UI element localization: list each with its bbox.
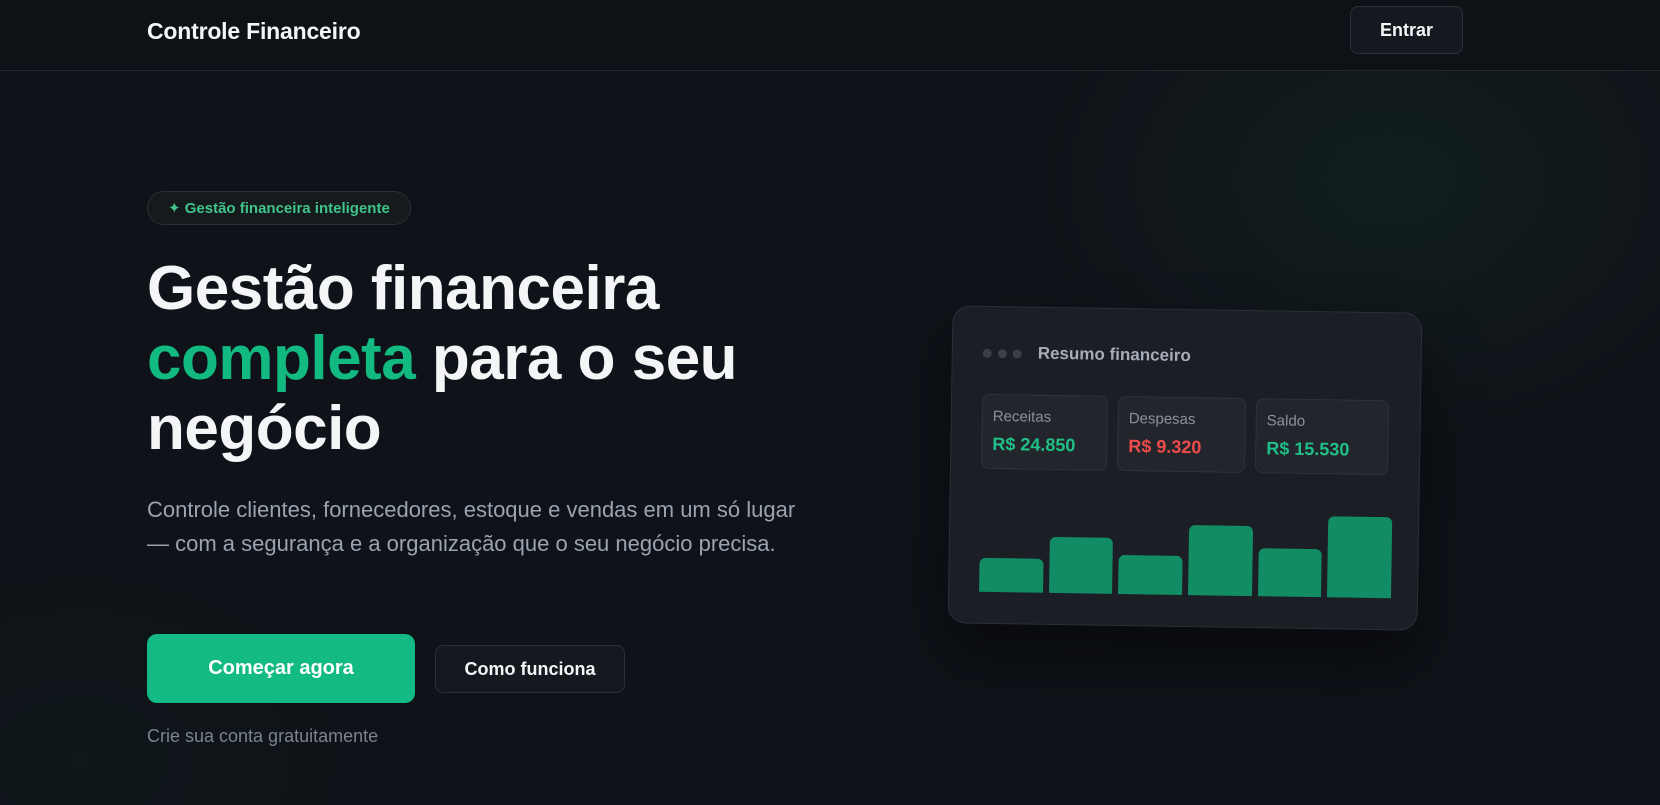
badge-label: ✦ Gestão financeira inteligente — [168, 200, 390, 217]
card-header: Resumo financeiro — [982, 343, 1191, 366]
stat-balance: Saldo R$ 15.530 — [1254, 398, 1390, 476]
hero-title: Gestão financeira completa para o seu ne… — [147, 254, 867, 464]
chart-bar — [1118, 554, 1183, 595]
stat-expenses: Despesas R$ 9.320 — [1116, 395, 1247, 473]
window-dot-icon — [997, 348, 1007, 358]
start-now-button[interactable]: Começar agora — [147, 634, 415, 703]
stat-value: R$ 9.320 — [1128, 436, 1202, 458]
top-navbar: Controle Financeiro Entrar — [0, 0, 1660, 71]
hero-title-line2: para o seu — [415, 324, 738, 393]
chart-bar — [1257, 548, 1323, 598]
feature-badge: ✦ Gestão financeira inteligente — [147, 191, 411, 225]
brand-logo-text[interactable]: Controle Financeiro — [147, 18, 361, 45]
bar-chart — [979, 502, 1393, 599]
stat-label: Receitas — [992, 407, 1052, 426]
card-title: Resumo financeiro — [1037, 343, 1191, 366]
hero-subtitle: Controle clientes, fornecedores, estoque… — [147, 497, 796, 556]
stat-value: R$ 24.850 — [992, 433, 1076, 456]
chart-bar — [1188, 525, 1253, 597]
stat-value: R$ 15.530 — [1266, 438, 1350, 460]
financial-summary-card: Resumo financeiro Receitas R$ 24.850 Des… — [947, 305, 1423, 631]
stat-label: Saldo — [1266, 412, 1306, 430]
free-account-note: Crie sua conta gratuitamente — [147, 726, 379, 746]
stat-income: Receitas R$ 24.850 — [980, 393, 1109, 471]
how-it-works-button[interactable]: Como funciona — [435, 645, 625, 693]
login-button[interactable]: Entrar — [1350, 6, 1463, 54]
chart-bar — [1327, 516, 1393, 599]
window-dot-icon — [982, 348, 992, 358]
window-dot-icon — [1012, 348, 1022, 358]
stat-label: Despesas — [1128, 410, 1196, 429]
hero-title-line1: Gestão financeira — [147, 254, 659, 323]
chart-bar — [979, 557, 1044, 593]
hero-title-accent: completa — [147, 324, 416, 393]
chart-bar — [1048, 536, 1114, 594]
hero-title-line3: negócio — [147, 394, 382, 463]
